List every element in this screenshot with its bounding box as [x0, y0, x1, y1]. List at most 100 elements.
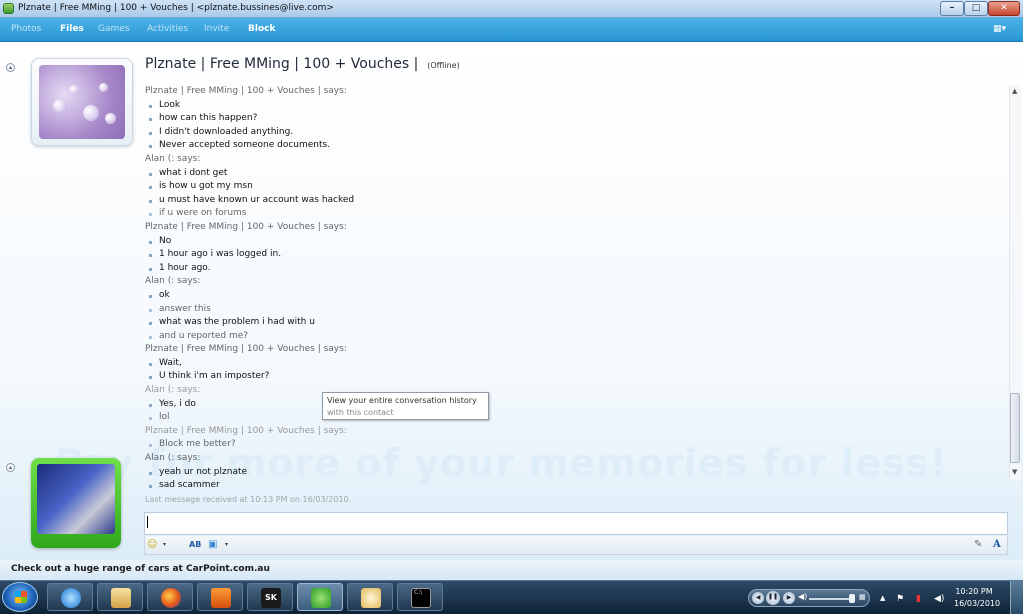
message-line: Look [145, 99, 915, 113]
clock[interactable]: 10:20 PM 16/03/2010 [954, 586, 1001, 610]
clock-time: 10:20 PM [955, 587, 993, 596]
pause-icon[interactable]: ❚❚ [766, 591, 780, 605]
menu-games[interactable]: Games [98, 24, 129, 34]
taskbar-ie[interactable] [47, 583, 93, 611]
ad-bar: Check out a huge range of cars at CarPoi… [0, 560, 1023, 580]
message-line: and u reported me? [145, 330, 915, 344]
window-title: Plznate | Free MMing | 100 + Vouches | <… [18, 3, 334, 13]
menu-files[interactable]: Files [60, 24, 84, 34]
speaker-icon[interactable]: ◀) [934, 594, 944, 604]
message-line: is how u got my msn [145, 180, 915, 194]
scroll-down-arrow-icon[interactable]: ▼ [1012, 468, 1017, 476]
volume-icon[interactable]: ◀) [798, 592, 807, 601]
ad-link[interactable]: Check out a huge range of cars at CarPoi… [11, 564, 270, 574]
collapse-my-picture-button[interactable]: ▴ [6, 463, 15, 472]
my-avatar[interactable] [31, 458, 121, 548]
contact-status: (Offline) [427, 61, 460, 70]
sender-line: Plznate | Free MMing | 100 + Vouches | s… [145, 425, 347, 436]
menu-block[interactable]: Block [248, 24, 275, 34]
taskbar-sk[interactable]: SK [247, 583, 293, 611]
maximize-button[interactable]: □ [964, 1, 988, 16]
tray-expand-icon[interactable]: ▲ [880, 594, 885, 602]
taskbar-media-player[interactable] [197, 583, 243, 611]
message-line: lol [145, 411, 915, 425]
message-line: what i dont get [145, 167, 915, 181]
paint-icon [361, 588, 381, 608]
message-line: u must have known ur account was hacked [145, 194, 915, 208]
start-button[interactable] [2, 582, 38, 612]
message-line: how can this happen? [145, 112, 915, 126]
sender-line: Alan (: says: [145, 453, 201, 464]
cmd-icon: C:\ [411, 588, 431, 608]
message-line: if u were on forums [145, 207, 915, 221]
message-line: U think i'm an imposter? [145, 370, 915, 384]
taskbar-explorer[interactable] [97, 583, 143, 611]
msn-icon [311, 588, 331, 608]
background-icon[interactable]: ▣ [208, 538, 217, 552]
windows-logo-icon [15, 591, 27, 603]
clock-date: 16/03/2010 [954, 599, 1001, 608]
taskbar-paint[interactable] [347, 583, 393, 611]
sender-line: Plznate | Free MMing | 100 + Vouches | s… [145, 344, 347, 355]
volume-slider[interactable] [809, 598, 854, 600]
tooltip-line-1: View your entire conversation history [327, 396, 477, 405]
taskbar-msn[interactable] [297, 583, 343, 611]
sender-line: Plznate | Free MMing | 100 + Vouches | s… [145, 86, 347, 96]
media-player-icon [211, 588, 231, 608]
action-center-flag-icon[interactable]: ⚑ [896, 594, 904, 604]
ie-icon [61, 588, 81, 608]
menu-invite[interactable]: Invite [204, 24, 229, 34]
message-input[interactable] [144, 512, 1008, 535]
last-message-note: Last message received at 10:13 PM on 16/… [145, 494, 352, 504]
message-line: sad scammer [145, 479, 915, 493]
sender-line: Alan (: says: [145, 276, 201, 287]
handwriting-icon[interactable]: ✎ [974, 538, 982, 552]
compose-toolbar: ☺ ▾ AB ▣ ▾ ✎ A [144, 536, 1008, 555]
media-grip-icon[interactable]: ▦ [859, 593, 866, 601]
previous-icon[interactable]: ◀ [752, 592, 764, 604]
text-mode-button[interactable]: A [993, 538, 1001, 552]
message-line: I didn't downloaded anything. [145, 126, 915, 140]
scroll-thumb[interactable] [1010, 393, 1020, 463]
contact-name: Plznate | Free MMing | 100 + Vouches | [145, 56, 419, 72]
taskbar-firefox[interactable] [147, 583, 193, 611]
font-style-button[interactable]: AB [189, 538, 201, 552]
taskbar-cmd[interactable]: C:\ [397, 583, 443, 611]
sender-line: Plznate | Free MMing | 100 + Vouches | s… [145, 221, 347, 232]
contact-header: Plznate | Free MMing | 100 + Vouches | (… [145, 56, 460, 72]
explorer-icon [111, 588, 131, 608]
history-tooltip: View your entire conversation history wi… [322, 392, 489, 420]
tooltip-line-2: with this contact [327, 408, 394, 417]
layout-menu-icon[interactable]: ▦▾ [993, 24, 1011, 36]
conversation-history[interactable]: Plznate | Free MMing | 100 + Vouches | s… [145, 85, 915, 505]
close-button[interactable]: ✕ [988, 1, 1020, 16]
next-icon[interactable]: ▶ [783, 592, 795, 604]
message-line: Never accepted someone documents. [145, 139, 915, 153]
collapse-contact-button[interactable]: ▴ [6, 63, 15, 72]
emoticon-dropdown-icon[interactable]: ▾ [163, 538, 166, 552]
my-display-picture [37, 464, 115, 534]
menu-activities[interactable]: Activities [147, 24, 188, 34]
menu-bar: Photos Files Games Activities Invite Blo… [0, 18, 1023, 42]
media-toolbar: ◀ ❚❚ ▶ ◀) ▦ [748, 589, 870, 607]
contact-display-picture [39, 65, 125, 139]
sk-icon: SK [261, 588, 281, 608]
sender-line: Alan (: says: [145, 385, 201, 396]
messenger-app-icon [3, 3, 14, 14]
title-bar: Plznate | Free MMing | 100 + Vouches | <… [0, 0, 1023, 18]
message-line: Block me better? [145, 438, 915, 452]
scroll-up-arrow-icon[interactable]: ▲ [1012, 87, 1017, 95]
network-icon[interactable]: ▮ [916, 594, 921, 604]
message-line: ok [145, 289, 915, 303]
volume-knob[interactable] [849, 594, 855, 603]
show-desktop-button[interactable] [1010, 581, 1023, 614]
minimize-button[interactable]: – [940, 1, 964, 16]
contact-avatar[interactable] [31, 58, 133, 146]
firefox-icon [161, 588, 181, 608]
emoticon-icon[interactable]: ☺ [147, 538, 157, 552]
background-dropdown-icon[interactable]: ▾ [225, 538, 228, 552]
menu-photos[interactable]: Photos [11, 24, 41, 34]
message-line: 1 hour ago. [145, 262, 915, 276]
message-line: Wait, [145, 357, 915, 371]
sender-line: Alan (: says: [145, 153, 201, 164]
